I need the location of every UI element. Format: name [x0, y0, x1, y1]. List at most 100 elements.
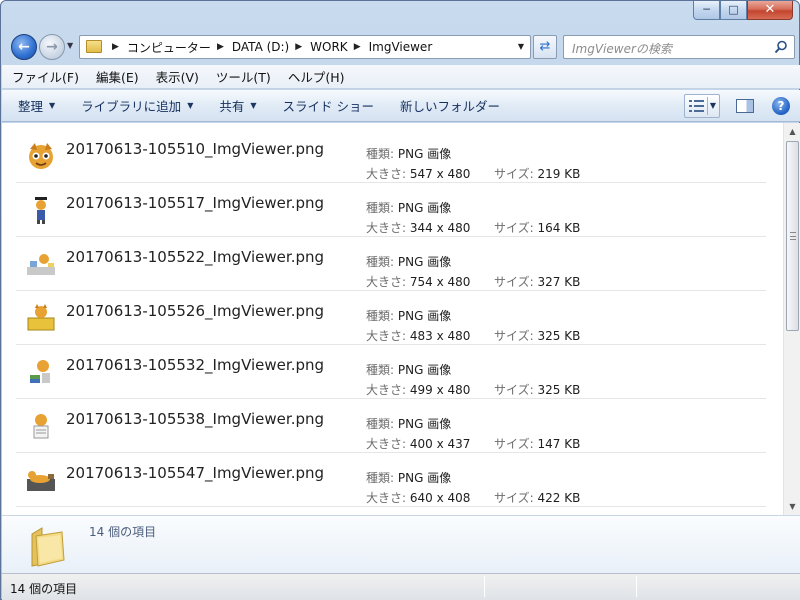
file-row[interactable]: 20170613-105538_ImgViewer.png 種類: PNG 画像大…	[16, 399, 766, 453]
file-type-value: PNG 画像	[397, 201, 452, 215]
dims-label: 大きさ:	[366, 275, 407, 289]
file-type: 種類: PNG 画像	[366, 145, 451, 162]
status-divider	[636, 576, 637, 597]
file-row[interactable]: 20170613-105522_ImgViewer.png 種類: PNG 画像大…	[16, 237, 766, 291]
cat-paper-icon	[33, 414, 49, 439]
maximize-icon: □	[728, 3, 739, 16]
breadcrumb: ▶ コンピューター ▶ DATA (D:) ▶ WORK ▶ ImgViewer	[106, 36, 432, 58]
breadcrumb-work[interactable]: WORK	[310, 40, 348, 54]
chevron-right-icon[interactable]: ▶	[354, 42, 361, 52]
new-folder-button[interactable]: 新しいフォルダー	[400, 96, 500, 115]
size-label: サイズ:	[494, 491, 534, 505]
cat-books-icon	[30, 360, 50, 383]
refresh-icon: ⇄	[539, 39, 551, 54]
help-icon: ?	[777, 99, 785, 113]
chevron-down-icon[interactable]: ▼	[518, 42, 524, 51]
file-size: サイズ: 219 KB	[494, 165, 580, 182]
scrollbar-thumb[interactable]	[786, 141, 799, 331]
search-icon[interactable]	[774, 40, 788, 54]
maximize-button[interactable]: □	[720, 1, 747, 20]
file-size: サイズ: 422 KB	[494, 489, 580, 506]
menu-edit[interactable]: 編集(E)	[96, 67, 139, 86]
file-name: 20170613-105526_ImgViewer.png	[66, 302, 325, 320]
dims-label: 大きさ:	[366, 329, 407, 343]
dims-label: 大きさ:	[366, 491, 407, 505]
close-icon: ✕	[764, 2, 776, 17]
status-bar: 14 個の項目	[2, 573, 800, 600]
type-label: 種類:	[366, 417, 395, 431]
size-label: サイズ:	[494, 221, 534, 235]
file-dimensions-value: 499 x 480	[409, 383, 471, 397]
share-label: 共有	[219, 99, 245, 114]
breadcrumb-data-drive[interactable]: DATA (D:)	[232, 40, 289, 54]
preview-pane-button[interactable]	[736, 99, 754, 113]
file-dimensions: 大きさ: 499 x 480	[366, 381, 470, 398]
file-row[interactable]: 20170613-105526_ImgViewer.png 種類: PNG 画像大…	[16, 291, 766, 345]
close-button[interactable]: ✕	[747, 1, 793, 20]
menu-view[interactable]: 表示(V)	[156, 67, 199, 86]
cat-lying-icon	[27, 471, 55, 491]
menu-file[interactable]: ファイル(F)	[12, 67, 79, 86]
file-row[interactable]: 20170613-105532_ImgViewer.png 種類: PNG 画像大…	[16, 345, 766, 399]
file-type-value: PNG 画像	[397, 363, 452, 377]
cat-box-icon	[27, 304, 55, 331]
file-dimensions-value: 344 x 480	[409, 221, 471, 235]
size-label: サイズ:	[494, 437, 534, 451]
menu-help[interactable]: ヘルプ(H)	[288, 67, 345, 86]
back-button[interactable]: ←	[11, 34, 37, 60]
file-type-value: PNG 画像	[397, 417, 452, 431]
file-dimensions: 大きさ: 547 x 480	[366, 165, 470, 182]
scroll-down-arrow-icon[interactable]: ▼	[784, 498, 800, 515]
help-button[interactable]: ?	[772, 97, 790, 115]
chevron-right-icon[interactable]: ▶	[295, 42, 302, 52]
type-label: 種類:	[366, 309, 395, 323]
search-placeholder: ImgViewerの検索	[572, 42, 672, 56]
search-input[interactable]: ImgViewerの検索	[563, 35, 795, 59]
explorer-window: ─ □ ✕ ← → ▼ ▶ コンピューター ▶ DATA (D:) ▶ WORK…	[0, 0, 800, 600]
recent-pages-dropdown[interactable]: ▼	[67, 41, 73, 50]
file-row[interactable]: 20170613-105547_ImgViewer.png 種類: PNG 画像大…	[16, 453, 766, 507]
forward-button[interactable]: →	[39, 34, 65, 60]
dims-label: 大きさ:	[366, 383, 407, 397]
address-bar[interactable]: ▶ コンピューター ▶ DATA (D:) ▶ WORK ▶ ImgViewer…	[79, 35, 531, 59]
status-item-count: 14 個の項目	[10, 582, 78, 596]
details-pane: 14 個の項目	[2, 515, 800, 573]
file-type: 種類: PNG 画像	[366, 199, 451, 216]
file-dimensions: 大きさ: 344 x 480	[366, 219, 470, 236]
file-size-value: 147 KB	[537, 437, 581, 451]
scroll-up-arrow-icon[interactable]: ▲	[784, 123, 800, 140]
minimize-button[interactable]: ─	[693, 1, 720, 20]
slideshow-button[interactable]: スライド ショー	[283, 96, 374, 115]
file-type: 種類: PNG 画像	[366, 253, 451, 270]
refresh-button[interactable]: ⇄	[533, 35, 557, 59]
arrow-right-icon: →	[46, 39, 58, 55]
chevron-down-icon[interactable]: ▼	[710, 101, 716, 110]
breadcrumb-computer[interactable]: コンピューター	[127, 39, 211, 56]
change-view-button[interactable]: ▼	[684, 94, 720, 118]
file-name: 20170613-105532_ImgViewer.png	[66, 356, 325, 374]
file-dimensions: 大きさ: 400 x 437	[366, 435, 470, 452]
menu-tools[interactable]: ツール(T)	[216, 67, 271, 86]
share-button[interactable]: 共有 ▼	[219, 96, 256, 115]
file-row[interactable]: 20170613-105517_ImgViewer.png 種類: PNG 画像大…	[16, 183, 766, 237]
file-type-value: PNG 画像	[397, 471, 452, 485]
details-view-icon	[689, 100, 704, 112]
file-row[interactable]: 20170613-105510_ImgViewer.png 種類: PNG 画像大…	[16, 129, 766, 183]
chevron-down-icon: ▼	[187, 101, 194, 110]
chevron-right-icon[interactable]: ▶	[112, 42, 119, 52]
breadcrumb-imgviewer[interactable]: ImgViewer	[369, 40, 433, 54]
chevron-down-icon: ▼	[250, 101, 257, 110]
navigation-bar: ← → ▼ ▶ コンピューター ▶ DATA (D:) ▶ WORK ▶ Img…	[1, 31, 800, 63]
file-type: 種類: PNG 画像	[366, 361, 451, 378]
chevron-right-icon[interactable]: ▶	[217, 42, 224, 52]
view-controls: ▼ ?	[684, 94, 790, 118]
add-to-library-button[interactable]: ライブラリに追加 ▼	[81, 96, 193, 115]
menu-bar: ファイル(F) 編集(E) 表示(V) ツール(T) ヘルプ(H)	[2, 65, 800, 89]
file-dimensions-value: 547 x 480	[409, 167, 471, 181]
file-dimensions-value: 754 x 480	[409, 275, 471, 289]
vertical-scrollbar[interactable]: ▲ ▼	[783, 123, 800, 515]
item-count-detail: 14 個の項目	[89, 525, 157, 539]
organize-button[interactable]: 整理 ▼	[18, 96, 55, 115]
file-name: 20170613-105538_ImgViewer.png	[66, 410, 325, 428]
file-type-value: PNG 画像	[397, 309, 452, 323]
